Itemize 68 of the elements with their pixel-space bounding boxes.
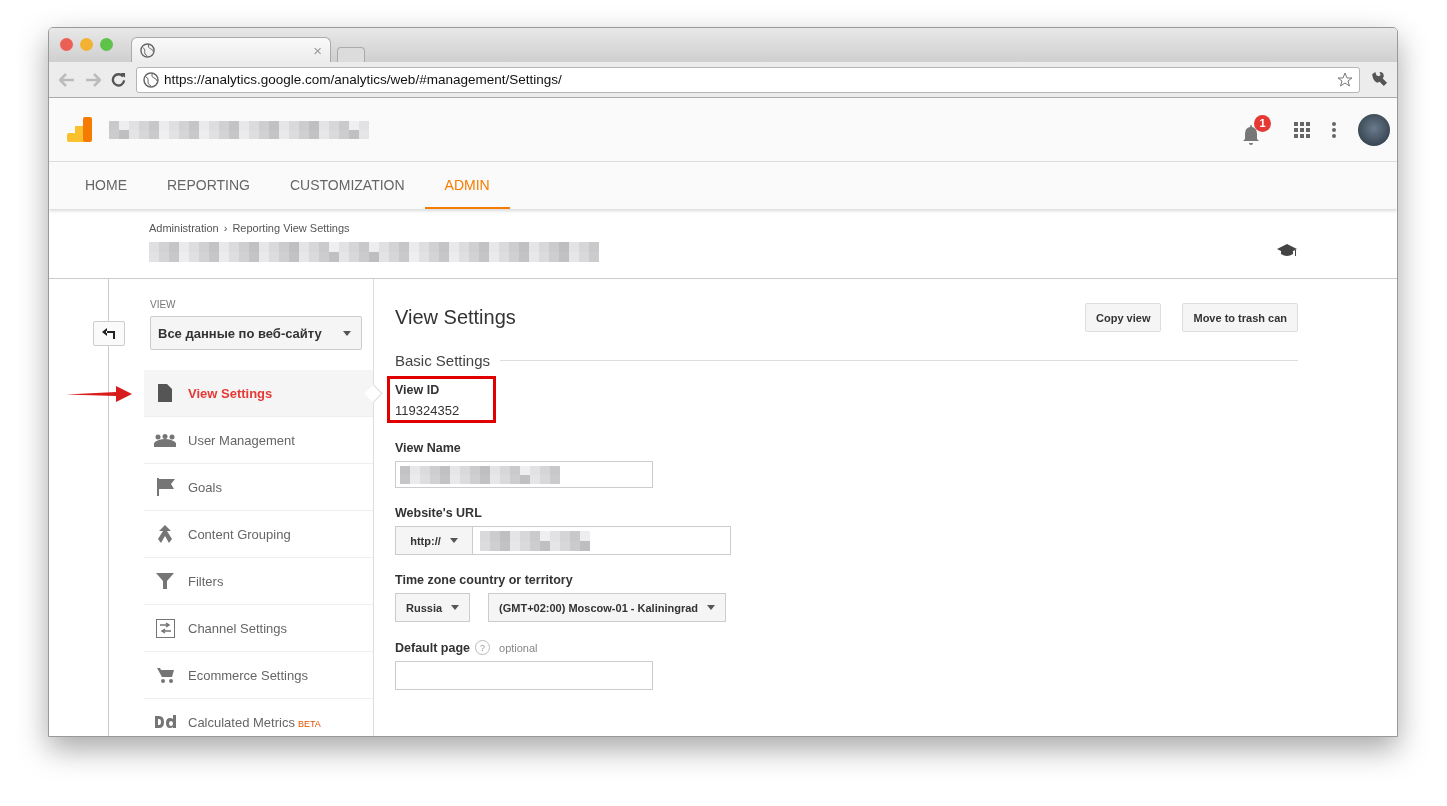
field-label: View ID bbox=[395, 383, 440, 397]
breadcrumb-link[interactable]: Reporting View Settings bbox=[232, 222, 350, 234]
view-label: VIEW bbox=[150, 299, 177, 310]
sidebar-item[interactable]: View Settings bbox=[144, 370, 373, 417]
country-dropdown[interactable]: Russia bbox=[395, 593, 471, 622]
close-window-button[interactable] bbox=[60, 38, 73, 51]
protocol-dropdown[interactable]: http:// bbox=[395, 526, 473, 555]
zoom-window-button[interactable] bbox=[100, 38, 113, 51]
people-icon bbox=[154, 433, 176, 447]
section-heading: Basic Settings bbox=[395, 352, 491, 369]
sidebar-item[interactable]: Calculated Metrics BETA bbox=[144, 699, 373, 736]
field-label: View Name bbox=[395, 441, 461, 455]
page-title: View Settings bbox=[395, 306, 517, 329]
time-zone-dropdown[interactable]: (GMT+02:00) Moscow-01 - Kaliningrad bbox=[488, 593, 727, 622]
sidebar-item[interactable]: User Management bbox=[144, 417, 373, 464]
breadcrumb-link[interactable]: Administration bbox=[149, 222, 219, 234]
caret-icon bbox=[707, 605, 716, 610]
merge-arrow-icon bbox=[157, 525, 173, 543]
action-button[interactable]: Copy view bbox=[1085, 303, 1162, 332]
star-icon[interactable] bbox=[1337, 71, 1353, 88]
minimize-window-button[interactable] bbox=[80, 38, 93, 51]
caret-icon bbox=[451, 605, 460, 610]
field-label: Time zone country or territory bbox=[395, 573, 573, 587]
sidebar-item[interactable]: Ecommerce Settings bbox=[144, 652, 373, 699]
forward-icon[interactable] bbox=[85, 72, 101, 87]
notification-badge: 1 bbox=[1254, 114, 1271, 132]
address-bar[interactable]: https://analytics.google.com/analytics/web/#management/Settings/ bbox=[136, 66, 1360, 93]
more-menu-icon[interactable] bbox=[1332, 121, 1336, 138]
avatar[interactable] bbox=[1358, 113, 1390, 146]
breadcrumb-separator: › bbox=[223, 222, 228, 234]
sidebar-item[interactable]: Content Grouping bbox=[144, 511, 373, 558]
sidebar-item[interactable]: Channel Settings bbox=[144, 605, 373, 652]
input-field[interactable] bbox=[473, 526, 731, 555]
flag-icon bbox=[155, 478, 175, 496]
caret-icon bbox=[449, 538, 458, 543]
new-tab-button[interactable] bbox=[337, 47, 365, 62]
nav-tab[interactable]: HOME bbox=[65, 162, 147, 209]
globe-icon bbox=[140, 42, 155, 58]
back-icon[interactable] bbox=[59, 72, 75, 87]
analytics-logo-icon bbox=[67, 116, 93, 143]
action-button[interactable]: Move to trash can bbox=[1182, 303, 1298, 332]
return-arrow-icon bbox=[102, 328, 116, 339]
sidebar-item[interactable]: Filters bbox=[144, 558, 373, 605]
view-id-value: 119324352 bbox=[395, 403, 460, 418]
bell-icon bbox=[1242, 124, 1260, 145]
apps-grid-icon[interactable] bbox=[1294, 121, 1310, 138]
channel-arrows-icon bbox=[155, 618, 175, 638]
graduation-cap-icon[interactable] bbox=[1277, 244, 1297, 257]
url-text: https://analytics.google.com/analytics/web/#management/Settings/ bbox=[164, 72, 563, 87]
cart-icon bbox=[156, 667, 174, 683]
field-label: Default page bbox=[395, 640, 470, 655]
filter-icon bbox=[156, 573, 174, 589]
view-dropdown[interactable]: Все данные по веб-сайту bbox=[150, 316, 362, 350]
field-label: Website's URL bbox=[395, 506, 482, 520]
document-icon bbox=[158, 384, 172, 402]
optional-hint: optional bbox=[499, 641, 538, 654]
wrench-icon[interactable] bbox=[1370, 71, 1387, 88]
input-field[interactable] bbox=[395, 661, 653, 690]
metrics-icon bbox=[154, 715, 176, 729]
reload-icon[interactable] bbox=[111, 72, 126, 87]
notification-button[interactable]: 1 bbox=[1242, 114, 1272, 145]
back-button[interactable] bbox=[93, 321, 125, 346]
caret-icon bbox=[343, 330, 351, 336]
sidebar-item[interactable]: Goals bbox=[144, 464, 373, 511]
nav-tab[interactable]: CUSTOMIZATION bbox=[270, 162, 425, 209]
nav-tab[interactable]: REPORTING bbox=[147, 162, 270, 209]
globe-icon bbox=[143, 71, 159, 88]
input-field[interactable] bbox=[395, 461, 653, 488]
